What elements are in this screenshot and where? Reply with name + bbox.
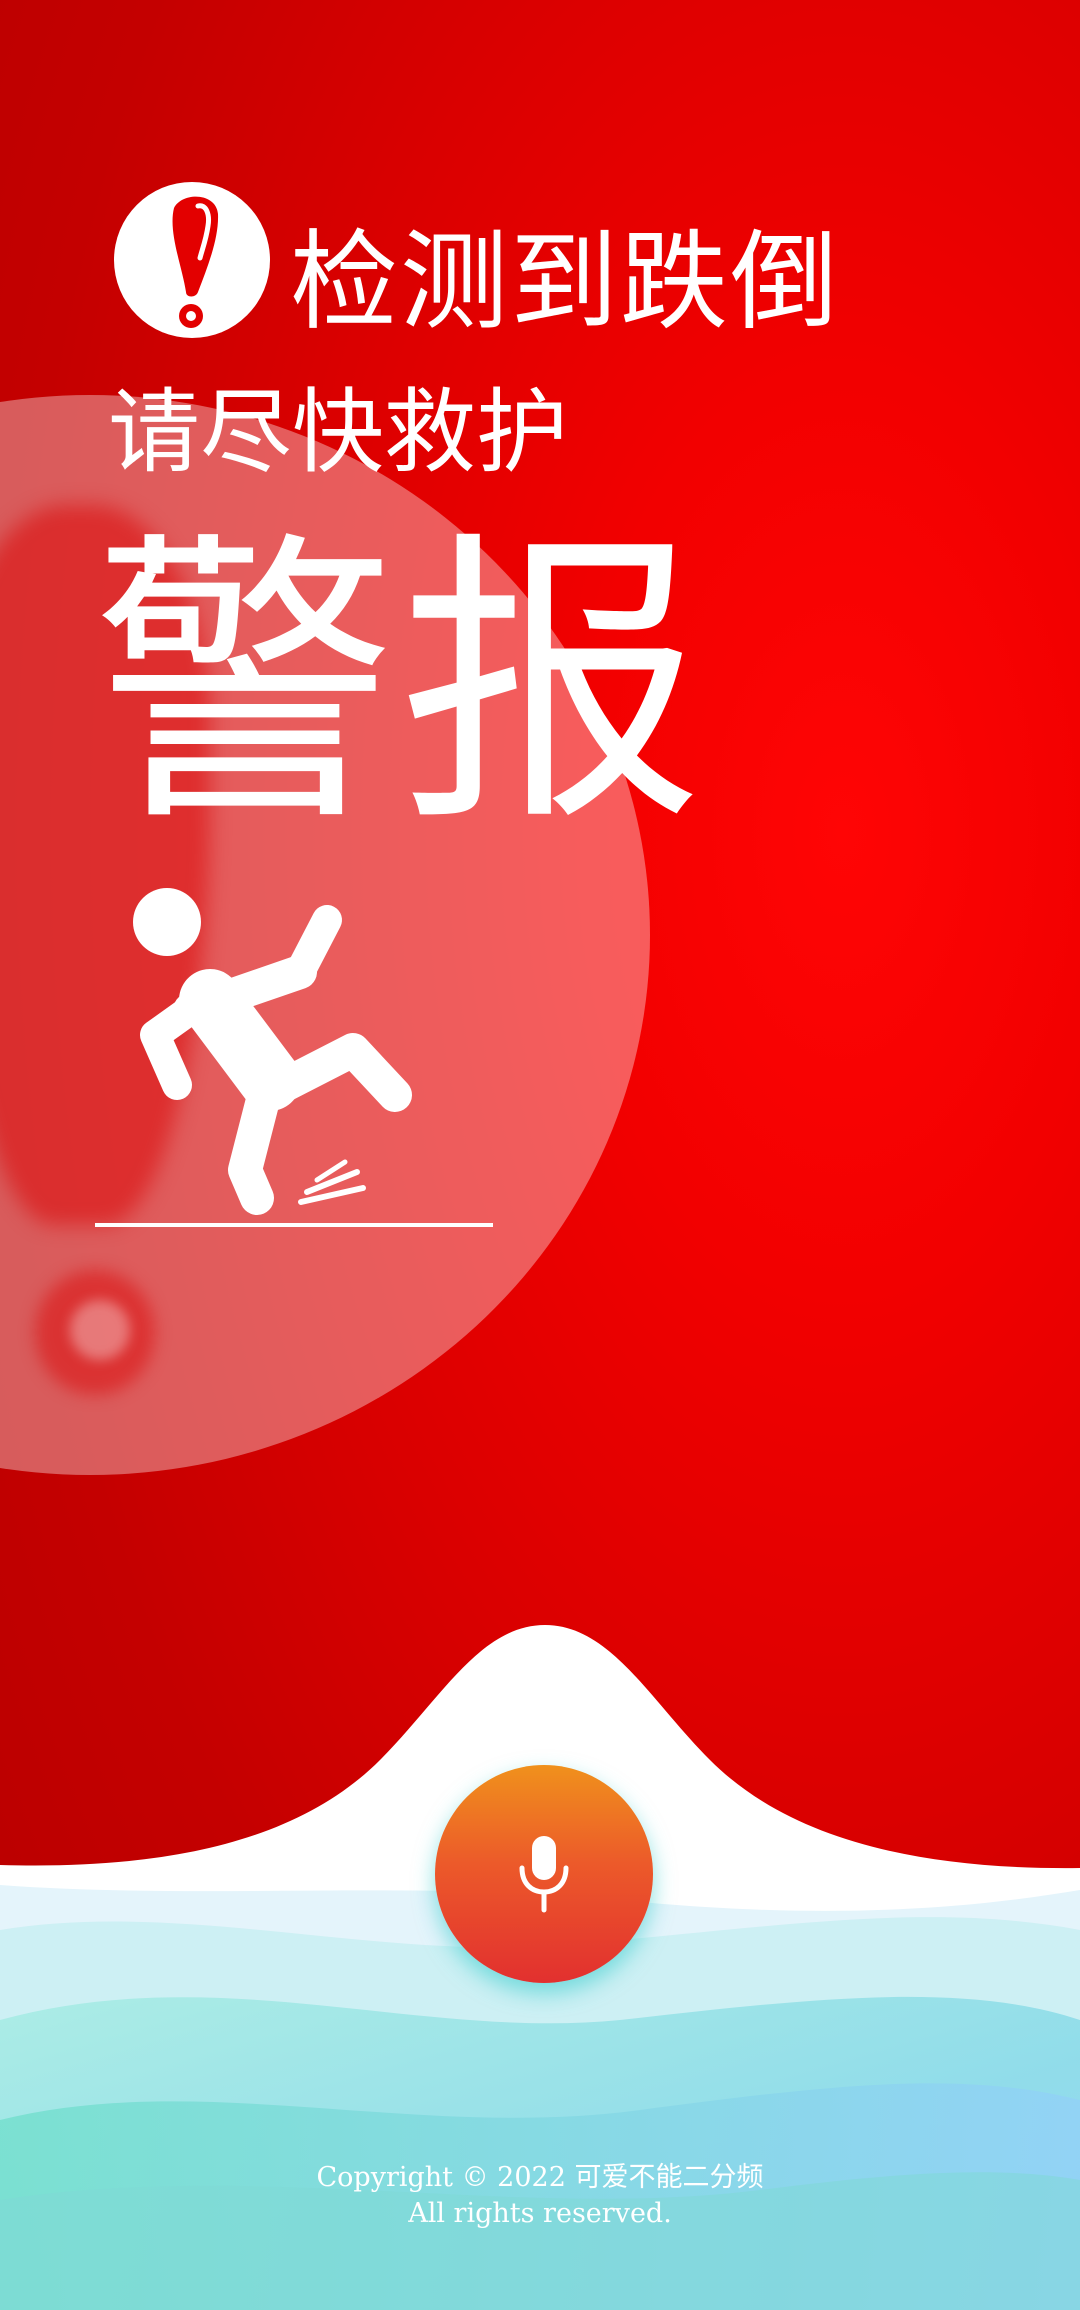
rights-text: All rights reserved. bbox=[408, 2198, 672, 2229]
alert-headline: 检测到跌倒 bbox=[290, 220, 841, 345]
alert-title: 警报 bbox=[92, 507, 706, 862]
watermark-dot-highlight bbox=[70, 1300, 130, 1360]
microphone-icon bbox=[519, 1836, 569, 1913]
alert-subline: 请尽快救护 bbox=[108, 379, 569, 486]
fall-alert-screen: 检测到跌倒 请尽快救护 警报 Copyright © 2022 可爱不能二分频 … bbox=[0, 0, 1080, 2310]
microphone-button[interactable] bbox=[435, 1765, 653, 1983]
exclamation-icon bbox=[112, 180, 272, 340]
copyright-text: Copyright © 2022 可爱不能二分频 bbox=[316, 2162, 764, 2193]
person-falling-icon bbox=[95, 880, 505, 1235]
footer: Copyright © 2022 可爱不能二分频 All rights rese… bbox=[0, 2160, 1080, 2232]
